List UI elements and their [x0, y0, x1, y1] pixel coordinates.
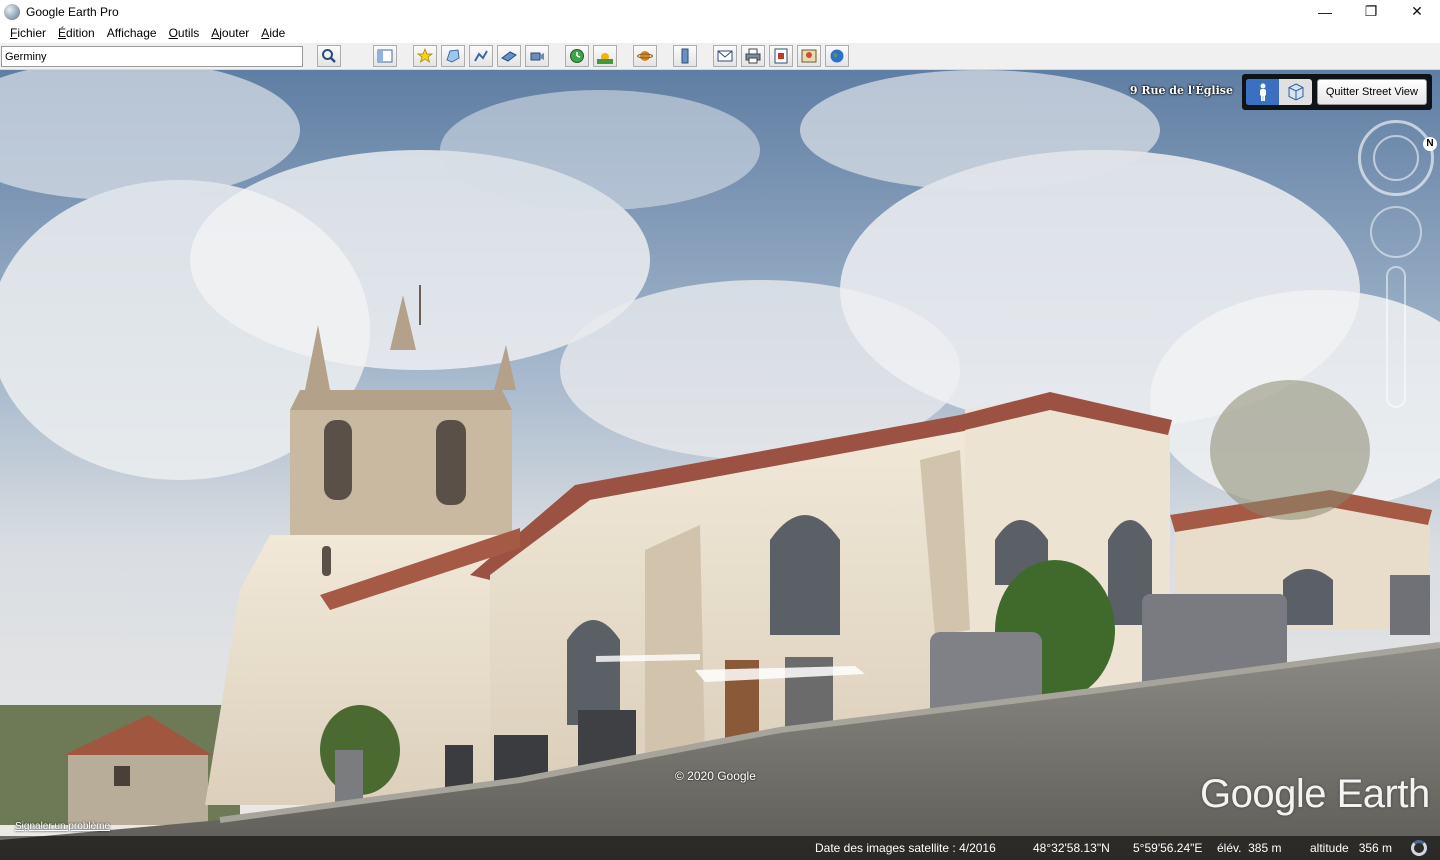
- sunlight-icon: [597, 53, 613, 64]
- close-button[interactable]: ✕: [1394, 0, 1440, 23]
- menu-edition[interactable]: Édition: [52, 26, 101, 40]
- sidebar-toggle-button[interactable]: [373, 45, 397, 67]
- email-icon: [717, 50, 733, 62]
- record-tour-button[interactable]: [525, 45, 549, 67]
- google-earth-logo: Google Earth: [1200, 772, 1430, 816]
- sidebar-toggle-icon: [377, 49, 393, 63]
- switch-planet-icon: [637, 51, 653, 61]
- toolbar: [0, 43, 1440, 70]
- menu-outils[interactable]: Outils: [163, 26, 206, 40]
- elevation-readout: élév. 385 m: [1217, 841, 1282, 855]
- street-view-viewport[interactable]: 9 Rue de l'Église Quitter Street View N …: [0, 70, 1440, 860]
- look-around-ring[interactable]: [1358, 120, 1434, 196]
- status-bar: Date des images satellite : 4/2016 48°32…: [0, 836, 1440, 860]
- person-view-button[interactable]: [1246, 79, 1279, 105]
- imagery-date: Date des images satellite : 4/2016: [815, 841, 996, 855]
- copyright-text: © 2020 Google: [675, 769, 756, 783]
- zoom-slider[interactable]: [1386, 266, 1406, 408]
- look-joystick[interactable]: [1373, 135, 1419, 181]
- record-tour-icon: [530, 52, 544, 61]
- view-in-maps-button[interactable]: [797, 45, 821, 67]
- search-icon: [322, 49, 336, 63]
- menu-aide[interactable]: Aide: [255, 26, 291, 40]
- save-image-icon: [774, 48, 788, 64]
- street-view-panorama: [0, 70, 1440, 860]
- quit-street-view-button[interactable]: Quitter Street View: [1316, 79, 1427, 105]
- earth-icon: [830, 49, 844, 63]
- add-path-button[interactable]: [469, 45, 493, 67]
- window-title: Google Earth Pro: [26, 4, 119, 19]
- search-input[interactable]: [1, 46, 303, 67]
- print-button[interactable]: [741, 45, 765, 67]
- cube-view-icon: [1288, 83, 1303, 101]
- cube-view-button[interactable]: [1279, 79, 1312, 105]
- ruler-icon: [681, 48, 689, 64]
- street-address: 9 Rue de l'Église: [1129, 84, 1233, 97]
- add-polygon-button[interactable]: [441, 45, 465, 67]
- restore-button[interactable]: ❐: [1348, 0, 1394, 23]
- title-bar: Google Earth Pro — ❐ ✕: [0, 0, 1440, 23]
- minimize-button[interactable]: —: [1302, 0, 1348, 23]
- save-image-button[interactable]: [769, 45, 793, 67]
- ruler-button[interactable]: [673, 45, 697, 67]
- north-icon[interactable]: N: [1423, 137, 1437, 151]
- search-button[interactable]: [317, 45, 341, 67]
- view-in-maps-icon: [801, 49, 817, 63]
- add-image-overlay-icon: [501, 51, 517, 62]
- streaming-status-icon: [1411, 840, 1427, 856]
- report-problem-link[interactable]: Signaler un problème: [15, 821, 110, 832]
- add-image-overlay-button[interactable]: [497, 45, 521, 67]
- menu-affichage[interactable]: Affichage: [101, 26, 163, 40]
- menu-ajouter[interactable]: Ajouter: [205, 26, 255, 40]
- add-placemark-icon: [417, 48, 433, 63]
- sunlight-button[interactable]: [593, 45, 617, 67]
- historical-imagery-button[interactable]: [565, 45, 589, 67]
- print-icon: [745, 48, 761, 64]
- add-path-icon: [474, 50, 488, 62]
- altitude-readout: altitude 356 m: [1310, 841, 1393, 855]
- view-mode-toggle: [1246, 79, 1312, 105]
- add-polygon-icon: [446, 49, 460, 63]
- historical-imagery-icon: [570, 49, 584, 63]
- switch-planet-button[interactable]: [633, 45, 657, 67]
- latitude-readout: 48°32'58.13"N: [1033, 841, 1110, 855]
- street-view-controls: Quitter Street View: [1242, 74, 1432, 110]
- email-button[interactable]: [713, 45, 737, 67]
- menu-bar: Fichier Édition Affichage Outils Ajouter…: [0, 23, 1440, 43]
- window-controls: — ❐ ✕: [1302, 0, 1440, 23]
- longitude-readout: 5°59'56.24"E: [1133, 841, 1203, 855]
- add-placemark-button[interactable]: [413, 45, 437, 67]
- person-view-icon: [1259, 83, 1266, 101]
- move-joystick[interactable]: [1370, 206, 1422, 258]
- menu-fichier[interactable]: Fichier: [4, 26, 52, 40]
- earth-button[interactable]: [825, 45, 849, 67]
- google-earth-app-icon: [4, 3, 20, 20]
